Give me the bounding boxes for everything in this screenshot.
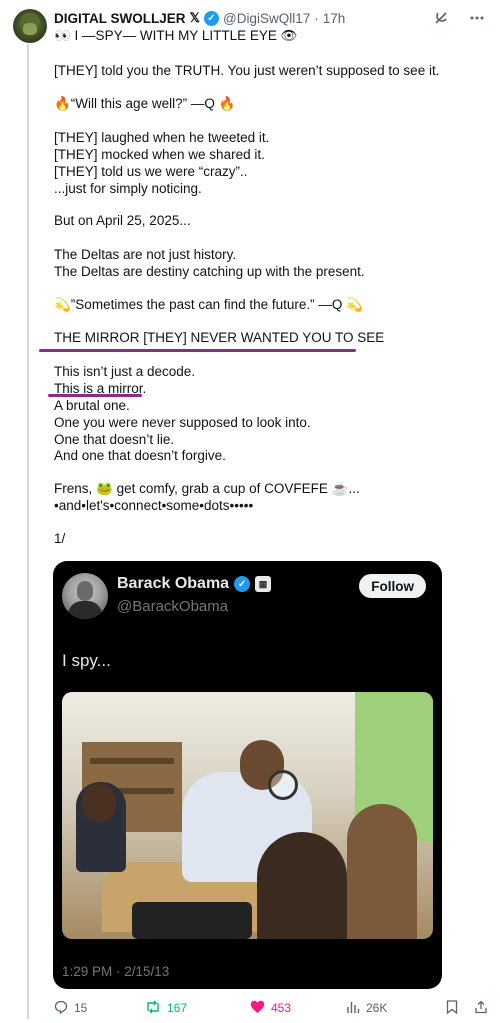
post-line: 💫”Sometimes the past can find the future… bbox=[54, 297, 363, 312]
user-handle[interactable]: @DigiSwQll17 bbox=[223, 11, 310, 26]
follow-button[interactable]: Follow bbox=[359, 574, 426, 598]
bookmark-button[interactable] bbox=[446, 999, 458, 1017]
photo-tablet bbox=[132, 902, 252, 939]
display-name[interactable]: DIGITAL SWOLLJER bbox=[54, 11, 186, 26]
photo-child bbox=[257, 832, 347, 939]
post-line: One you were never supposed to look into… bbox=[54, 415, 311, 430]
government-badge-icon: ▦ bbox=[255, 576, 272, 592]
quoted-display-name[interactable]: Barack Obama bbox=[117, 575, 229, 593]
x-logo-icon: 𝕏 bbox=[189, 10, 200, 25]
views-button[interactable]: 26K bbox=[346, 1000, 387, 1017]
grok-icon[interactable] bbox=[432, 9, 450, 27]
post-line: [THEY] told us we were “crazy”.. bbox=[54, 164, 248, 179]
verified-badge-icon: ✓ bbox=[234, 576, 251, 592]
quoted-avatar[interactable] bbox=[62, 573, 108, 619]
reply-count: 15 bbox=[74, 1001, 88, 1015]
post-line: The Deltas are destiny catching up with … bbox=[54, 264, 365, 279]
highlight-underline bbox=[39, 349, 356, 352]
like-count: 453 bbox=[271, 1001, 292, 1015]
post-line: 🔥“Will this age well?” —Q 🔥 bbox=[54, 96, 236, 111]
post-time[interactable]: 17h bbox=[323, 11, 346, 26]
share-icon bbox=[474, 1000, 488, 1017]
post-line: •and•let's•connect•some•dots••••• bbox=[54, 498, 254, 513]
photo-child bbox=[347, 804, 417, 939]
post-line: This isn’t just a decode. bbox=[54, 364, 196, 379]
thread-line bbox=[27, 44, 29, 1019]
heart-icon bbox=[250, 1000, 265, 1017]
post-line: But on April 25, 2025... bbox=[54, 213, 191, 228]
reply-button[interactable]: 15 bbox=[54, 1000, 87, 1017]
quoted-photo[interactable] bbox=[62, 692, 433, 939]
quoted-timestamp[interactable]: 1:29 PM · 2/15/13 bbox=[62, 964, 169, 979]
reply-icon bbox=[54, 1000, 68, 1017]
views-icon bbox=[346, 1000, 360, 1017]
avatar-face bbox=[23, 23, 37, 35]
quoted-text: I spy... bbox=[62, 651, 111, 670]
views-count: 26K bbox=[366, 1001, 388, 1015]
bookmark-icon bbox=[446, 999, 458, 1017]
post-line: [THEY] mocked when we shared it. bbox=[54, 147, 265, 162]
post-line: ...just for simply noticing. bbox=[54, 181, 202, 196]
avatar[interactable] bbox=[13, 9, 47, 43]
avatar-head bbox=[77, 581, 93, 601]
post-line: A brutal one. bbox=[54, 398, 130, 413]
quoted-post-card[interactable]: Barack Obama ✓ ▦ @BarackObama Follow I s… bbox=[53, 561, 442, 989]
post-line: 1/ bbox=[54, 531, 66, 546]
post-line: [THEY] told you the TRUTH. You just were… bbox=[54, 63, 440, 78]
post-line: 👀 I —SPY— WITH MY LITTLE EYE 👁 bbox=[54, 28, 298, 43]
photo-shelf-board bbox=[90, 758, 174, 764]
quoted-name-row: Barack Obama ✓ ▦ bbox=[117, 575, 272, 593]
post-top-icons bbox=[432, 9, 486, 27]
post-line: The Deltas are not just history. bbox=[54, 247, 237, 262]
post-line: Frens, 🐸 get comfy, grab a cup of COVFEF… bbox=[54, 481, 360, 496]
post-actions: 15 167 453 26K bbox=[54, 998, 490, 1018]
magnifying-glass-icon bbox=[268, 770, 298, 800]
post-header: DIGITAL SWOLLJER 𝕏 ✓ @DigiSwQll17 · 17h bbox=[54, 9, 345, 27]
post-line: And one that doesn’t forgive. bbox=[54, 448, 226, 463]
share-button[interactable] bbox=[474, 1000, 488, 1017]
post-line: [THEY] laughed when he tweeted it. bbox=[54, 130, 270, 145]
separator: · bbox=[314, 10, 319, 26]
repost-count: 167 bbox=[167, 1001, 188, 1015]
photo-child-head bbox=[82, 784, 116, 822]
verified-badge-icon: ✓ bbox=[203, 10, 219, 26]
more-icon[interactable] bbox=[468, 9, 486, 27]
repost-icon bbox=[145, 1000, 161, 1017]
post-line: One that doesn’t lie. bbox=[54, 432, 175, 447]
like-button[interactable]: 453 bbox=[250, 1000, 291, 1017]
quoted-handle[interactable]: @BarackObama bbox=[117, 598, 228, 615]
repost-button[interactable]: 167 bbox=[145, 1000, 187, 1017]
avatar-suit bbox=[68, 601, 102, 619]
post-line: THE MIRROR [THEY] NEVER WANTED YOU TO SE… bbox=[54, 330, 385, 345]
